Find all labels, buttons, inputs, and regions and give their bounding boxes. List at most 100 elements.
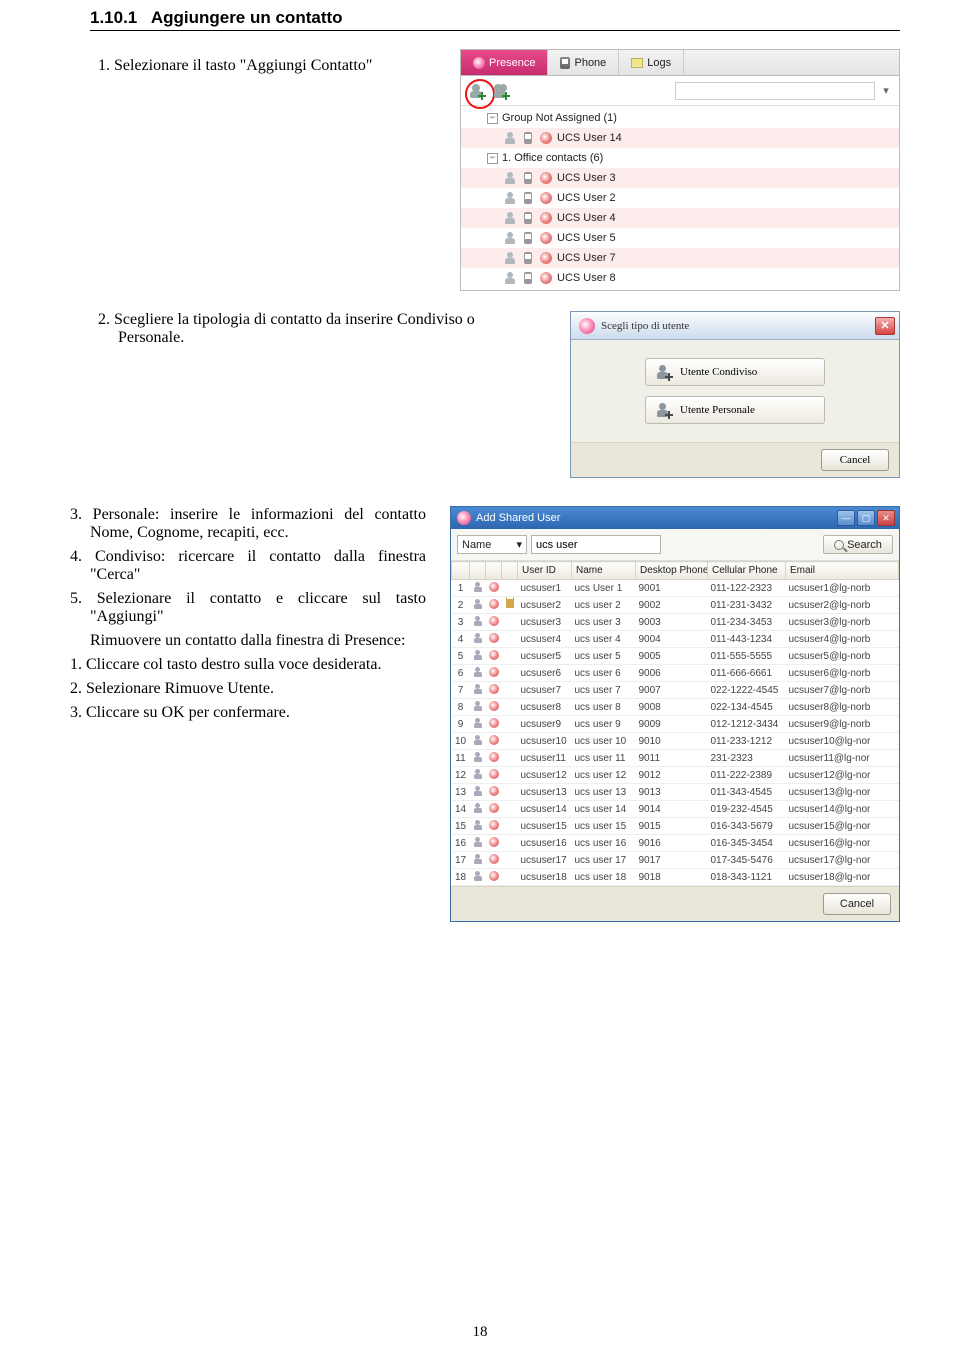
table-header[interactable]: Name bbox=[572, 562, 636, 580]
table-row[interactable]: 10ucsuser10ucs user 109010011-233-1212uc… bbox=[452, 733, 899, 750]
status-icon bbox=[486, 852, 502, 869]
window-minimize-button[interactable]: — bbox=[837, 510, 855, 526]
status-icon bbox=[486, 750, 502, 767]
cell-desktop-phone: 9018 bbox=[636, 869, 708, 886]
table-row[interactable]: 13ucsuser13ucs user 139013011-343-4545uc… bbox=[452, 784, 899, 801]
person-icon bbox=[470, 716, 486, 733]
table-row[interactable]: 14ucsuser14ucs user 149014019-232-4545uc… bbox=[452, 801, 899, 818]
table-row[interactable]: 7ucsuser7ucs user 79007022-1222-4545ucsu… bbox=[452, 682, 899, 699]
cell-userid: ucsuser3 bbox=[518, 614, 572, 631]
status-icon bbox=[486, 784, 502, 801]
row-number: 8 bbox=[452, 699, 470, 716]
table-header[interactable] bbox=[470, 562, 486, 580]
search-value-input[interactable] bbox=[531, 535, 661, 554]
cell-cellular-phone: 016-345-3454 bbox=[708, 835, 786, 852]
cell-desktop-phone: 9014 bbox=[636, 801, 708, 818]
table-row[interactable]: 8ucsuser8ucs user 89008022-134-4545ucsus… bbox=[452, 699, 899, 716]
lock-icon bbox=[502, 767, 518, 784]
lock-icon bbox=[502, 580, 518, 597]
row-number: 6 bbox=[452, 665, 470, 682]
person-icon bbox=[470, 733, 486, 750]
shared-user-button[interactable]: Utente Condiviso bbox=[645, 358, 825, 386]
table-header[interactable]: User ID bbox=[518, 562, 572, 580]
table-header[interactable] bbox=[486, 562, 502, 580]
table-row[interactable]: 18ucsuser18ucs user 189018018-343-1121uc… bbox=[452, 869, 899, 886]
cell-cellular-phone: 017-345-5476 bbox=[708, 852, 786, 869]
status-icon bbox=[486, 682, 502, 699]
table-row[interactable]: 17ucsuser17ucs user 179017017-345-5476uc… bbox=[452, 852, 899, 869]
person-icon bbox=[470, 818, 486, 835]
dialog-close-button[interactable]: ✕ bbox=[875, 317, 895, 335]
tree-contact-row[interactable]: UCS User 2 bbox=[461, 188, 899, 208]
add-shared-user-window: Add Shared User — ▢ ✕ Name ▾ bbox=[450, 506, 900, 922]
cell-desktop-phone: 9007 bbox=[636, 682, 708, 699]
table-row[interactable]: 12ucsuser12ucs user 129012011-222-2389uc… bbox=[452, 767, 899, 784]
row-number: 14 bbox=[452, 801, 470, 818]
tab-presence[interactable]: Presence bbox=[461, 50, 548, 75]
table-header[interactable]: Desktop Phone bbox=[636, 562, 708, 580]
table-row[interactable]: 11ucsuser11ucs user 119011231-2323ucsuse… bbox=[452, 750, 899, 767]
cell-userid: ucsuser9 bbox=[518, 716, 572, 733]
table-header[interactable] bbox=[452, 562, 470, 580]
person-icon bbox=[503, 211, 517, 225]
cell-email: ucsuser7@lg-norb bbox=[786, 682, 899, 699]
step-4-text: 4. Condiviso: ricercare il contatto dall… bbox=[90, 548, 426, 584]
lock-icon bbox=[502, 733, 518, 750]
tree-contact-row[interactable]: UCS User 3 bbox=[461, 168, 899, 188]
tree-contact-row[interactable]: UCS User 5 bbox=[461, 228, 899, 248]
expand-toggle-icon[interactable]: − bbox=[487, 113, 498, 124]
lock-icon bbox=[502, 665, 518, 682]
search-button[interactable]: Search bbox=[823, 535, 893, 554]
tree-contact-row[interactable]: UCS User 7 bbox=[461, 248, 899, 268]
cell-desktop-phone: 9009 bbox=[636, 716, 708, 733]
cell-name: ucs user 6 bbox=[572, 665, 636, 682]
table-row[interactable]: 2ucsuser2ucs user 29002011-231-3432ucsus… bbox=[452, 597, 899, 614]
table-row[interactable]: 3ucsuser3ucs user 39003011-234-3453ucsus… bbox=[452, 614, 899, 631]
lock-icon bbox=[502, 818, 518, 835]
window-close-button[interactable]: ✕ bbox=[877, 510, 895, 526]
personal-user-button[interactable]: Utente Personale bbox=[645, 396, 825, 424]
expand-toggle-icon[interactable]: − bbox=[487, 153, 498, 164]
search-dropdown-chevron[interactable]: ▾ bbox=[879, 84, 893, 98]
cell-email: ucsuser1@lg-norb bbox=[786, 580, 899, 597]
shared-cancel-button[interactable]: Cancel bbox=[823, 893, 891, 915]
page-number: 18 bbox=[0, 1324, 960, 1341]
tree-contact-row[interactable]: UCS User 8 bbox=[461, 268, 899, 288]
lock-icon bbox=[502, 648, 518, 665]
window-maximize-button[interactable]: ▢ bbox=[857, 510, 875, 526]
lock-icon bbox=[502, 852, 518, 869]
table-row[interactable]: 5ucsuser5ucs user 59005011-555-5555ucsus… bbox=[452, 648, 899, 665]
contact-name: UCS User 5 bbox=[557, 232, 893, 244]
table-row[interactable]: 9ucsuser9ucs user 99009012-1212-3434ucsu… bbox=[452, 716, 899, 733]
status-icon bbox=[539, 271, 553, 285]
add-contact-button[interactable] bbox=[467, 81, 487, 101]
cell-userid: ucsuser11 bbox=[518, 750, 572, 767]
status-icon bbox=[486, 597, 502, 614]
dialog-cancel-button[interactable]: Cancel bbox=[821, 449, 889, 471]
tree-group-row[interactable]: −Group Not Assigned (1) bbox=[461, 108, 899, 128]
table-row[interactable]: 15ucsuser15ucs user 159015016-343-5679uc… bbox=[452, 818, 899, 835]
table-header[interactable] bbox=[502, 562, 518, 580]
cell-userid: ucsuser8 bbox=[518, 699, 572, 716]
phone-icon bbox=[521, 131, 535, 145]
cell-cellular-phone: 019-232-4545 bbox=[708, 801, 786, 818]
table-row[interactable]: 16ucsuser16ucs user 169016016-345-3454uc… bbox=[452, 835, 899, 852]
cell-userid: ucsuser18 bbox=[518, 869, 572, 886]
person-icon bbox=[503, 251, 517, 265]
search-field-select[interactable]: Name ▾ bbox=[457, 535, 527, 554]
cell-cellular-phone: 011-122-2323 bbox=[708, 580, 786, 597]
table-row[interactable]: 6ucsuser6ucs user 69006011-666-6661ucsus… bbox=[452, 665, 899, 682]
row-number: 13 bbox=[452, 784, 470, 801]
tree-contact-row[interactable]: UCS User 14 bbox=[461, 128, 899, 148]
presence-search-input[interactable] bbox=[675, 82, 875, 100]
tab-logs[interactable]: Logs bbox=[619, 50, 684, 75]
row-number: 11 bbox=[452, 750, 470, 767]
table-row[interactable]: 1ucsuser1ucs User 19001011-122-2323ucsus… bbox=[452, 580, 899, 597]
tree-group-row[interactable]: −1. Office contacts (6) bbox=[461, 148, 899, 168]
table-row[interactable]: 4ucsuser4ucs user 49004011-443-1234ucsus… bbox=[452, 631, 899, 648]
tab-phone[interactable]: Phone bbox=[548, 50, 619, 75]
table-header[interactable]: Cellular Phone bbox=[708, 562, 786, 580]
table-header[interactable]: Email bbox=[786, 562, 899, 580]
tree-contact-row[interactable]: UCS User 4 bbox=[461, 208, 899, 228]
cell-email: ucsuser4@lg-norb bbox=[786, 631, 899, 648]
